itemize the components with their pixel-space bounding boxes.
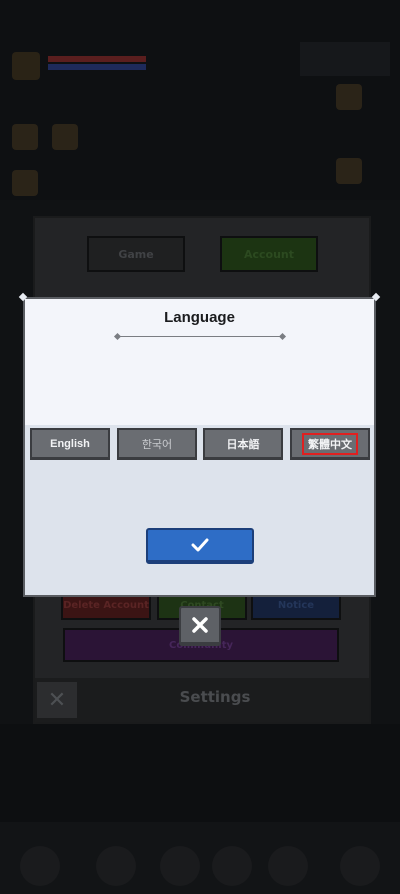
menu-icon-5	[336, 158, 362, 184]
hp-bar	[48, 56, 146, 62]
nav-tab-icon	[160, 846, 200, 886]
settings-title: Settings	[179, 688, 251, 706]
menu-icon-2	[52, 124, 78, 150]
mp-bar	[48, 64, 146, 70]
title-divider	[117, 336, 283, 337]
language-option-korean[interactable]: 한국어	[117, 428, 197, 460]
confirm-button[interactable]	[146, 528, 254, 564]
language-option-traditional-chinese[interactable]: 繁體中文	[290, 428, 370, 460]
tab-account[interactable]: Account	[220, 236, 318, 272]
language-title: Language	[164, 309, 235, 326]
language-option-label: 日本語	[226, 438, 260, 451]
menu-icon-4	[336, 84, 362, 110]
language-option-label: 한국어	[141, 438, 173, 451]
settings-close-button[interactable]: ✕	[37, 682, 77, 718]
bottom-nav	[0, 822, 400, 894]
nav-tab-icon	[96, 846, 136, 886]
menu-icon-1	[12, 124, 38, 150]
close-icon	[192, 617, 208, 633]
menu-icon-3	[12, 170, 38, 196]
nav-tab-icon	[212, 846, 252, 886]
language-modal: Language English 한국어 日本語 繁體中文	[23, 297, 376, 597]
modal-close-button[interactable]	[179, 606, 221, 646]
player-avatar	[12, 52, 40, 80]
top-hud	[0, 0, 400, 200]
close-icon: ✕	[47, 687, 67, 713]
language-option-label: English	[50, 437, 90, 450]
language-option-japanese[interactable]: 日本語	[203, 428, 283, 460]
language-option-label: 繁體中文	[302, 432, 358, 455]
tab-game[interactable]: Game	[87, 236, 185, 272]
nav-tab-icon	[20, 846, 60, 886]
checkmark-icon	[191, 538, 209, 552]
language-header: Language	[25, 299, 374, 425]
language-option-english[interactable]: English	[30, 428, 110, 460]
currency-panel	[300, 42, 390, 76]
nav-tab-icon	[268, 846, 308, 886]
nav-tab-icon	[340, 846, 380, 886]
